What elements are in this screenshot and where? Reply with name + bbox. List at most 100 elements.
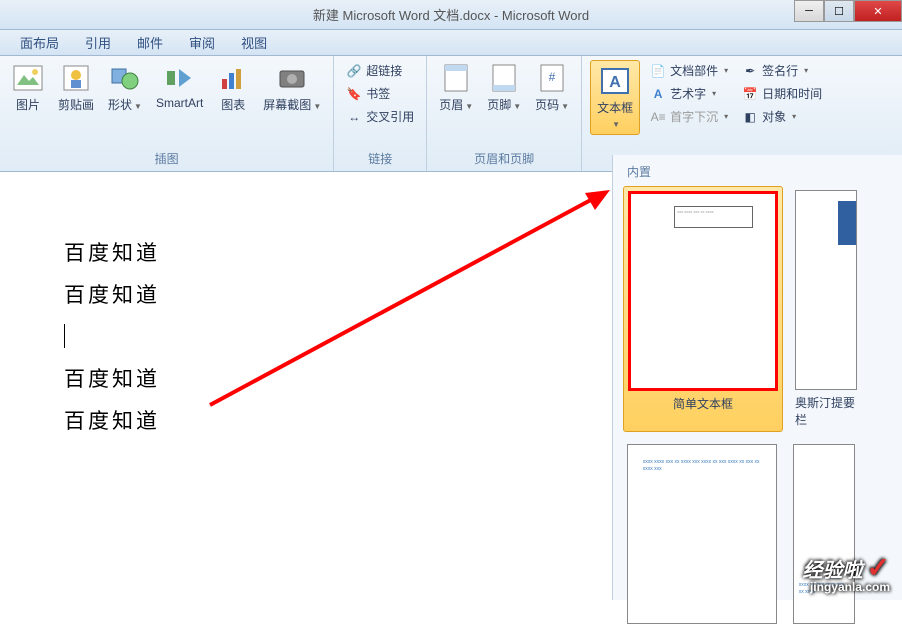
close-button[interactable]: ✕ [854, 0, 902, 22]
clipart-label: 剪贴画 [58, 96, 94, 113]
wordart-icon: A [650, 86, 666, 102]
hyperlink-label: 超链接 [366, 62, 402, 79]
minimize-button[interactable]: ─ [794, 0, 824, 22]
picture-icon [12, 62, 44, 94]
gallery-item-label: 奥斯汀提要栏 [795, 394, 857, 428]
thumb-simple: xxx xxxx xxx xx xxxx [628, 191, 778, 391]
svg-text:A: A [609, 74, 621, 91]
tab-pagelayout[interactable]: 面布局 [8, 29, 71, 56]
textbox-label: 文本框▼ [597, 99, 633, 130]
doc-line: 百度知道 [64, 400, 612, 442]
header-button[interactable]: 页眉▼ [435, 60, 477, 115]
picture-button[interactable]: 图片 [8, 60, 48, 115]
clipart-button[interactable]: 剪贴画 [54, 60, 98, 115]
chart-icon [217, 62, 249, 94]
sigline-button[interactable]: ✒签名行▾ [738, 60, 826, 81]
watermark-main: 经验啦 [803, 560, 863, 582]
crossref-icon: ↔ [346, 109, 362, 125]
crossref-label: 交叉引用 [366, 108, 414, 125]
hyperlink-button[interactable]: 🔗超链接 [342, 60, 418, 81]
pagenum-label: 页码▼ [535, 96, 569, 113]
smartart-button[interactable]: SmartArt [152, 60, 207, 112]
textbox-gallery: 内置 xxx xxxx xxx xx xxxx 简单文本框 奥斯汀提要栏 xxx… [612, 155, 902, 600]
window-controls: ─ ☐ ✕ [794, 0, 902, 22]
gallery-item-austin[interactable]: 奥斯汀提要栏 [791, 186, 861, 432]
smartart-label: SmartArt [156, 96, 203, 110]
text-cursor [64, 324, 65, 348]
textbox-icon: A [599, 65, 631, 97]
group-links-label: 链接 [342, 148, 418, 169]
svg-text:#: # [549, 70, 556, 84]
screenshot-label: 屏幕截图▼ [263, 96, 321, 113]
chart-label: 图表 [221, 96, 245, 113]
gallery-grid-row2: xxxx xxxx xxx xx xxxx xxx xxxx xx xxx xx… [619, 436, 896, 632]
dropcap-label: 首字下沉 [670, 108, 718, 125]
hyperlink-icon: 🔗 [346, 63, 362, 79]
tab-references[interactable]: 引用 [73, 29, 123, 56]
pagenum-button[interactable]: # 页码▼ [531, 60, 573, 115]
object-label: 对象 [762, 108, 786, 125]
shapes-button[interactable]: 形状▼ [104, 60, 146, 115]
doc-line: 百度知道 [64, 232, 612, 274]
clipart-icon [60, 62, 92, 94]
group-headerfooter-label: 页眉和页脚 [435, 148, 573, 169]
wordart-button[interactable]: A艺术字▾ [646, 83, 732, 104]
quickparts-icon: 📄 [650, 63, 666, 79]
screenshot-icon [276, 62, 308, 94]
doc-line-empty [64, 316, 612, 358]
maximize-button[interactable]: ☐ [824, 0, 854, 22]
datetime-icon: 📅 [742, 86, 758, 102]
pagenum-icon: # [536, 62, 568, 94]
wordart-label: 艺术字 [670, 85, 706, 102]
shapes-label: 形状▼ [108, 96, 142, 113]
textbox-button[interactable]: A 文本框▼ [590, 60, 640, 135]
dropcap-icon: A≡ [650, 109, 666, 125]
gallery-item-simple-textbox[interactable]: xxx xxxx xxx xx xxxx 简单文本框 [623, 186, 783, 432]
bookmark-icon: 🔖 [346, 86, 362, 102]
doc-line: 百度知道 [64, 358, 612, 400]
watermark: 经验啦✓ jingyanla.com [803, 551, 890, 594]
shapes-icon [109, 62, 141, 94]
bookmark-label: 书签 [366, 85, 390, 102]
object-button[interactable]: ◧对象▾ [738, 106, 826, 127]
tab-view[interactable]: 视图 [229, 29, 279, 56]
dropcap-button[interactable]: A≡首字下沉▾ [646, 106, 732, 127]
footer-label: 页脚▼ [487, 96, 521, 113]
screenshot-button[interactable]: 屏幕截图▼ [259, 60, 325, 115]
quickparts-label: 文档部件 [670, 62, 718, 79]
check-icon: ✓ [867, 552, 890, 583]
bookmark-button[interactable]: 🔖书签 [342, 83, 418, 104]
quickparts-button[interactable]: 📄文档部件▾ [646, 60, 732, 81]
doc-line: 百度知道 [64, 274, 612, 316]
watermark-sub: jingyanla.com [803, 580, 890, 594]
sigline-label: 签名行 [762, 62, 798, 79]
datetime-label: 日期和时间 [762, 85, 822, 102]
crossref-button[interactable]: ↔交叉引用 [342, 106, 418, 127]
smartart-icon [164, 62, 196, 94]
gallery-item-label: 简单文本框 [673, 395, 733, 412]
group-links: 🔗超链接 🔖书签 ↔交叉引用 链接 [334, 56, 427, 171]
footer-icon [488, 62, 520, 94]
datetime-button[interactable]: 📅日期和时间 [738, 83, 826, 104]
tab-mailings[interactable]: 邮件 [125, 29, 175, 56]
header-label: 页眉▼ [439, 96, 473, 113]
thumb-austin [795, 190, 857, 390]
gallery-header: 内置 [619, 161, 896, 182]
group-illustrations: 图片 剪贴画 形状▼ SmartArt 图表 屏幕截图▼ [0, 56, 334, 171]
group-headerfooter: 页眉▼ 页脚▼ # 页码▼ 页眉和页脚 [427, 56, 582, 171]
chart-button[interactable]: 图表 [213, 60, 253, 115]
document-area[interactable]: 百度知道 百度知道 百度知道 百度知道 [0, 172, 612, 600]
thumb-4: xxxx xx xxx xxxx xxx xx xxxx [793, 444, 855, 624]
tab-review[interactable]: 审阅 [177, 29, 227, 56]
ribbon-tabs: 面布局 引用 邮件 审阅 视图 [0, 30, 902, 56]
header-icon [440, 62, 472, 94]
window-title: 新建 Microsoft Word 文档.docx - Microsoft Wo… [8, 5, 894, 24]
group-illustrations-label: 插图 [8, 148, 325, 169]
object-icon: ◧ [742, 109, 758, 125]
footer-button[interactable]: 页脚▼ [483, 60, 525, 115]
group-text: A 文本框▼ 📄文档部件▾ A艺术字▾ A≡首字下沉▾ ✒签名行▾ 📅日期和时间… [582, 56, 834, 171]
picture-label: 图片 [16, 96, 40, 113]
thumb-3: xxxx xxxx xxx xx xxxx xxx xxxx xx xxx xx… [627, 444, 777, 624]
sigline-icon: ✒ [742, 63, 758, 79]
gallery-grid: xxx xxxx xxx xx xxxx 简单文本框 奥斯汀提要栏 [619, 182, 896, 436]
